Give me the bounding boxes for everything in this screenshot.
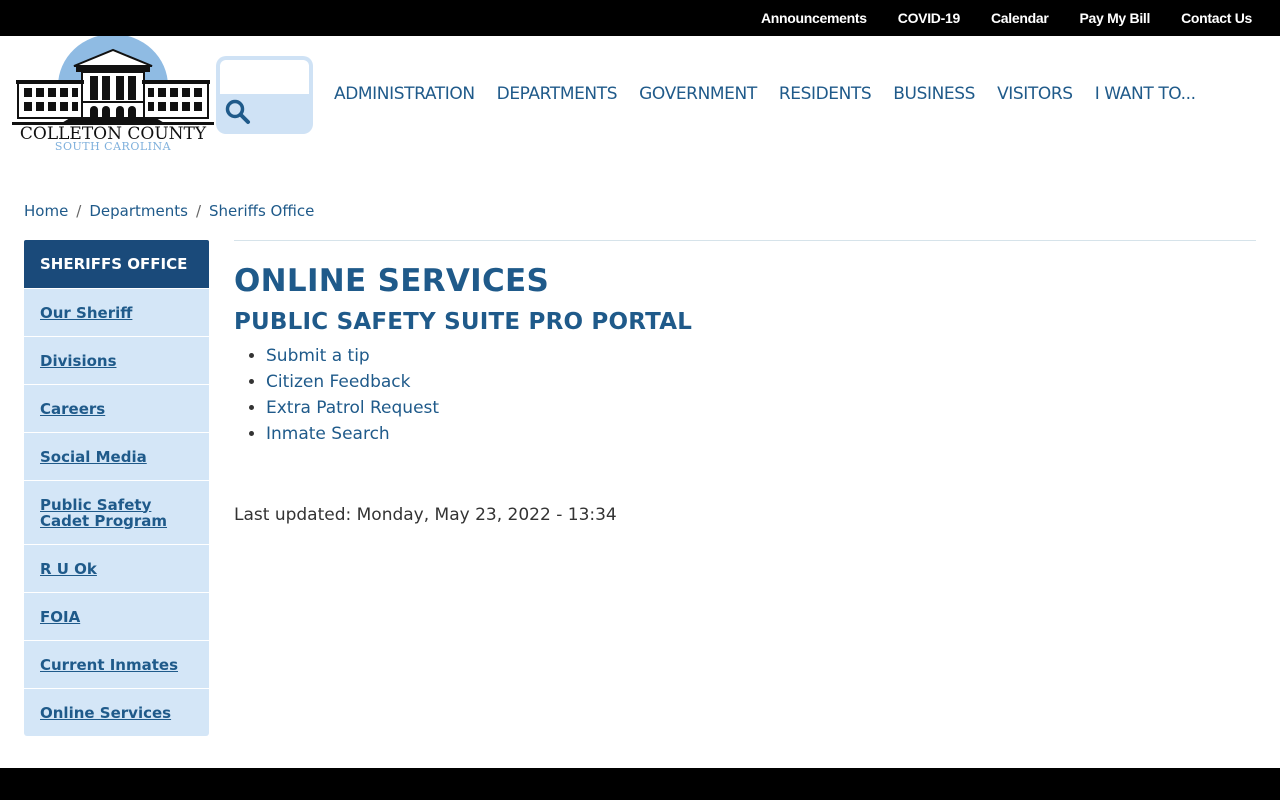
sidebar-item-foia[interactable]: FOIA bbox=[24, 592, 209, 640]
search-icon[interactable] bbox=[224, 98, 252, 126]
sidebar: SHERIFFS OFFICE Our Sheriff Divisions Ca… bbox=[24, 240, 209, 736]
sidebar-item-label: R U Ok bbox=[40, 559, 97, 578]
search-input[interactable] bbox=[220, 60, 309, 94]
link-citizen-feedback[interactable]: Citizen Feedback bbox=[266, 372, 411, 392]
sidebar-item-cadet-program[interactable]: Public Safety Cadet Program bbox=[24, 480, 209, 544]
list-item: Citizen Feedback bbox=[266, 369, 1256, 395]
footer-bar bbox=[0, 768, 1280, 800]
page-title: ONLINE SERVICES bbox=[234, 263, 550, 299]
nav-administration[interactable]: ADMINISTRATION bbox=[334, 84, 475, 106]
sidebar-item-current-inmates[interactable]: Current Inmates bbox=[24, 640, 209, 688]
link-submit-tip[interactable]: Submit a tip bbox=[266, 346, 370, 366]
search-box bbox=[216, 56, 313, 134]
sidebar-item-label: Online Services bbox=[40, 703, 172, 722]
sidebar-item-label: Divisions bbox=[40, 351, 117, 370]
nav-departments[interactable]: DEPARTMENTS bbox=[497, 84, 618, 106]
nav-business[interactable]: BUSINESS bbox=[893, 84, 975, 106]
utility-nav: Announcements COVID-19 Calendar Pay My B… bbox=[0, 0, 1280, 36]
utility-link-announcements[interactable]: Announcements bbox=[761, 10, 867, 26]
sidebar-item-label: Our Sheriff bbox=[40, 303, 133, 322]
list-item: Submit a tip bbox=[266, 343, 1256, 369]
nav-government[interactable]: GOVERNMENT bbox=[639, 84, 757, 106]
link-extra-patrol[interactable]: Extra Patrol Request bbox=[266, 398, 439, 418]
county-logo[interactable]: COLLETON COUNTY SOUTH CAROLINA bbox=[10, 36, 216, 156]
breadcrumb-separator: / bbox=[76, 202, 82, 220]
breadcrumb-sheriffs-office[interactable]: Sheriffs Office bbox=[209, 202, 314, 220]
link-inmate-search[interactable]: Inmate Search bbox=[266, 424, 390, 444]
utility-link-contact[interactable]: Contact Us bbox=[1181, 10, 1252, 26]
breadcrumb-home[interactable]: Home bbox=[24, 202, 68, 220]
sidebar-header[interactable]: SHERIFFS OFFICE bbox=[24, 240, 209, 288]
utility-link-calendar[interactable]: Calendar bbox=[991, 10, 1049, 26]
sidebar-item-online-services[interactable]: Online Services bbox=[24, 688, 209, 736]
nav-i-want-to[interactable]: I WANT TO... bbox=[1095, 84, 1196, 106]
main-content: ONLINE SERVICES PUBLIC SAFETY SUITE PRO … bbox=[234, 240, 1256, 525]
sidebar-item-careers[interactable]: Careers bbox=[24, 384, 209, 432]
main-nav: ADMINISTRATION DEPARTMENTS GOVERNMENT RE… bbox=[334, 84, 1196, 106]
sidebar-item-our-sheriff[interactable]: Our Sheriff bbox=[24, 288, 209, 336]
utility-link-pay-bill[interactable]: Pay My Bill bbox=[1079, 10, 1150, 26]
sidebar-item-r-u-ok[interactable]: R U Ok bbox=[24, 544, 209, 592]
nav-visitors[interactable]: VISITORS bbox=[997, 84, 1073, 106]
sidebar-item-label: Current Inmates bbox=[40, 655, 179, 674]
breadcrumb-separator: / bbox=[195, 202, 202, 220]
courthouse-logo-icon bbox=[12, 36, 214, 125]
sidebar-item-label: Social Media bbox=[40, 447, 147, 466]
sidebar-item-label: FOIA bbox=[40, 607, 81, 626]
utility-link-covid[interactable]: COVID-19 bbox=[898, 10, 960, 26]
sidebar-item-divisions[interactable]: Divisions bbox=[24, 336, 209, 384]
section-title: PUBLIC SAFETY SUITE PRO PORTAL bbox=[234, 309, 693, 335]
logo-state-name: SOUTH CAROLINA bbox=[54, 140, 172, 153]
breadcrumb-departments[interactable]: Departments bbox=[89, 202, 188, 220]
sidebar-item-label: Careers bbox=[40, 399, 106, 418]
nav-residents[interactable]: RESIDENTS bbox=[779, 84, 872, 106]
sidebar-item-social-media[interactable]: Social Media bbox=[24, 432, 209, 480]
last-updated: Last updated: Monday, May 23, 2022 - 13:… bbox=[234, 505, 617, 525]
list-item: Extra Patrol Request bbox=[266, 395, 1256, 421]
list-item: Inmate Search bbox=[266, 421, 1256, 447]
sidebar-item-label: Public Safety Cadet Program bbox=[40, 495, 168, 530]
service-link-list: Submit a tip Citizen Feedback Extra Patr… bbox=[266, 343, 1256, 447]
breadcrumb: Home / Departments / Sheriffs Office bbox=[24, 202, 314, 220]
